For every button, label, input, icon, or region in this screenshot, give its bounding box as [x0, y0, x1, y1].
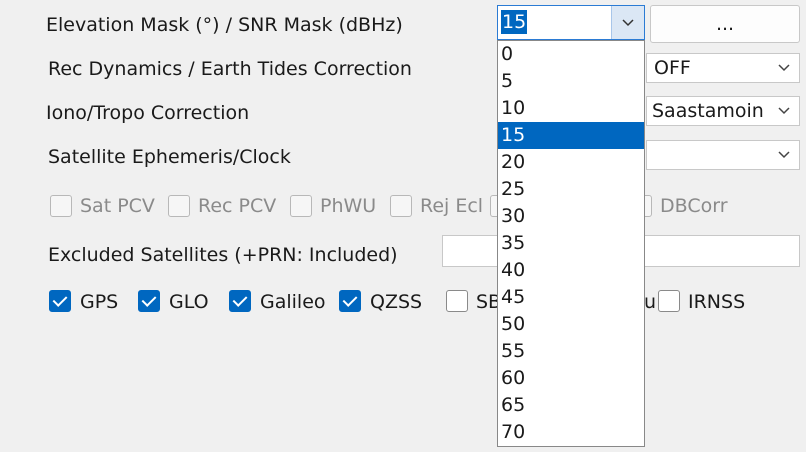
iono-tropo-label: Iono/Tropo Correction [46, 102, 250, 124]
phwu-checkbox[interactable] [290, 195, 312, 217]
dropdown-option[interactable]: 35 [498, 230, 644, 257]
tropo-correction-value: Saastamoin [652, 100, 764, 122]
sat-pcv-checkbox[interactable] [50, 195, 72, 217]
rej-ecl-checkbox[interactable] [390, 195, 412, 217]
qzss-label: QZSS [370, 291, 423, 313]
dropdown-option[interactable]: 60 [498, 365, 644, 392]
dropdown-option[interactable]: 65 [498, 392, 644, 419]
elevation-mask-label: Elevation Mask (°) / SNR Mask (dBHz) [46, 14, 403, 36]
dropdown-option[interactable]: 30 [498, 203, 644, 230]
dropdown-option[interactable]: 55 [498, 338, 644, 365]
chevron-down-icon [777, 147, 791, 161]
dropdown-option[interactable]: 10 [498, 95, 644, 122]
sat-pcv-label: Sat PCV [80, 195, 155, 217]
irnss-checkbox[interactable] [658, 290, 680, 312]
rej-ecl-label: Rej Ecl [420, 195, 484, 217]
snr-mask-button[interactable]: ... [650, 5, 800, 43]
dropdown-option[interactable]: 5 [498, 68, 644, 95]
dropdown-option[interactable]: 45 [498, 284, 644, 311]
earth-tides-value: OFF [654, 57, 691, 79]
chevron-down-icon [777, 60, 791, 74]
rec-pcv-checkbox[interactable] [168, 195, 190, 217]
beidou-label: u [644, 291, 657, 313]
satellite-ephemeris-label: Satellite Ephemeris/Clock [48, 146, 291, 168]
irnss-label: IRNSS [688, 291, 746, 313]
galileo-checkbox[interactable] [229, 290, 251, 312]
gps-checkbox[interactable] [49, 290, 71, 312]
dropdown-option[interactable]: 15 [498, 122, 644, 149]
elevation-mask-value: 15 [501, 10, 528, 34]
sbas-checkbox[interactable] [446, 290, 468, 312]
elevation-mask-select[interactable]: 15 [497, 5, 645, 40]
excluded-satellites-label: Excluded Satellites (+PRN: Included) [48, 244, 398, 266]
glo-checkbox[interactable] [138, 290, 160, 312]
qzss-checkbox[interactable] [339, 290, 361, 312]
tropo-correction-select[interactable]: Saastamoin [646, 96, 800, 126]
rec-pcv-label: Rec PCV [198, 195, 277, 217]
dbcorr-label: DBCorr [660, 195, 728, 217]
dropdown-option[interactable]: 20 [498, 149, 644, 176]
gps-label: GPS [80, 291, 119, 313]
earth-tides-select[interactable]: OFF [646, 53, 800, 83]
glo-label: GLO [169, 291, 209, 313]
dropdown-option[interactable]: 25 [498, 176, 644, 203]
chevron-down-icon [777, 103, 791, 117]
chevron-down-icon[interactable] [611, 6, 644, 39]
rec-dynamics-label: Rec Dynamics / Earth Tides Correction [48, 58, 412, 80]
phwu-label: PhWU [320, 195, 377, 217]
dropdown-option[interactable]: 0 [498, 41, 644, 68]
elevation-mask-dropdown-list: 0 5 10 15 20 25 30 35 40 45 50 55 60 65 70 [497, 40, 645, 447]
snr-mask-button-label: ... [715, 13, 735, 35]
dropdown-option[interactable]: 40 [498, 257, 644, 284]
ephemeris-clock-select[interactable] [646, 140, 800, 170]
dropdown-option[interactable]: 70 [498, 419, 644, 446]
galileo-label: Galileo [260, 291, 326, 313]
dropdown-option[interactable]: 50 [498, 311, 644, 338]
